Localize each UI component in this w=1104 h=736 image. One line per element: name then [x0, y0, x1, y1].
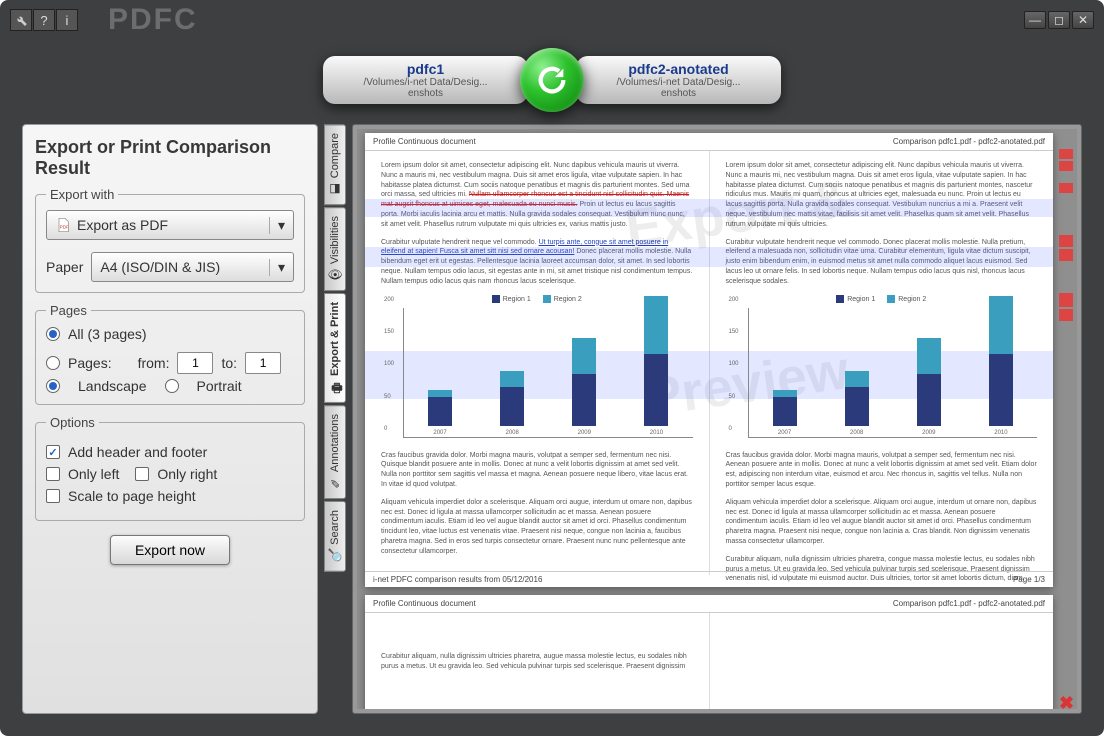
only-left-label: Only left [68, 466, 119, 482]
preview-page-2: Profile Continuous documentComparison pd… [365, 595, 1053, 709]
check-only-right[interactable] [135, 467, 149, 481]
radio-pages-range[interactable] [46, 356, 60, 370]
minimize-button[interactable]: — [1024, 11, 1046, 29]
eye-icon: 👁 [328, 268, 342, 282]
chart-left: Region 1Region 2050100150200200720082009… [381, 295, 693, 445]
diff-marker[interactable] [1059, 293, 1073, 307]
radio-all-pages[interactable] [46, 327, 60, 341]
only-right-label: Only right [157, 466, 217, 482]
from-input[interactable] [177, 352, 213, 374]
close-preview-icon[interactable]: ✖ [1059, 693, 1077, 711]
panel-title: Export or Print Comparison Result [35, 137, 305, 179]
chart-right: Region 1Region 2050100150200200720082009… [726, 295, 1038, 445]
search-icon: 🔍 [328, 549, 342, 563]
paper-value: A4 (ISO/DIN & JIS) [100, 259, 220, 275]
tab-search[interactable]: 🔍Search [324, 501, 346, 572]
diff-marker[interactable] [1059, 235, 1073, 247]
preview-page-1: Profile Continuous document Comparison pd… [365, 133, 1053, 587]
diff-marker[interactable] [1059, 183, 1073, 193]
diff-highlight [365, 247, 1053, 267]
page-footer-right: Page 1/3 [1013, 575, 1045, 584]
pdf-icon: PDF [55, 217, 71, 233]
close-button[interactable]: ✕ [1072, 11, 1094, 29]
side-tabs: ◧Compare 👁Visibilities 🖶Export & Print ✎… [324, 124, 346, 714]
diff-marker[interactable] [1059, 309, 1073, 321]
chevron-down-icon: ▾ [269, 259, 285, 276]
from-label: from: [138, 355, 170, 371]
export-format-value: Export as PDF [77, 217, 168, 233]
export-panel: Export or Print Comparison Result Export… [22, 124, 318, 714]
pages-range-label: Pages: [68, 355, 112, 371]
tab-export-print[interactable]: 🖶Export & Print [324, 293, 346, 403]
page-header-left: Profile Continuous document [373, 137, 476, 146]
compare-icon: ◧ [328, 182, 342, 196]
tab-visibilities[interactable]: 👁Visibilities [324, 207, 346, 291]
check-scale[interactable] [46, 489, 60, 503]
diff-marker[interactable] [1059, 249, 1073, 261]
diff-marker[interactable] [1059, 161, 1073, 171]
pages-legend: Pages [46, 303, 91, 318]
diff-marker[interactable] [1059, 149, 1073, 159]
paper-label: Paper [46, 259, 83, 275]
refresh-button[interactable] [520, 48, 584, 112]
to-label: to: [221, 355, 237, 371]
portrait-label: Portrait [197, 378, 242, 394]
page-footer-left: i-net PDFC comparison results from 05/12… [373, 575, 542, 584]
options-group: Options Add header and footer Only left … [35, 415, 305, 521]
radio-landscape[interactable] [46, 379, 60, 393]
pages-group: Pages All (3 pages) Pages: from: to: Lan… [35, 303, 305, 405]
print-icon: 🖶 [328, 380, 342, 394]
diff-highlight [365, 199, 1053, 217]
file-right-card[interactable]: pdfc2-anotated /Volumes/i-net Data/Desig… [576, 56, 781, 104]
file-right-path: /Volumes/i-net Data/Desig...enshots [617, 77, 741, 99]
diff-overview-strip[interactable] [1059, 137, 1073, 701]
tab-compare[interactable]: ◧Compare [324, 124, 346, 205]
paper-select[interactable]: A4 (ISO/DIN & JIS) ▾ [91, 252, 294, 282]
check-only-left[interactable] [46, 467, 60, 481]
file-left-card[interactable]: pdfc1 /Volumes/i-net Data/Desig...enshot… [323, 56, 528, 104]
to-input[interactable] [245, 352, 281, 374]
export-with-legend: Export with [46, 187, 118, 202]
all-pages-label: All (3 pages) [68, 326, 147, 342]
check-header-footer[interactable] [46, 445, 60, 459]
scale-label: Scale to page height [68, 488, 196, 504]
maximize-button[interactable]: ◻ [1048, 11, 1070, 29]
page-header-right: Comparison pdfc1.pdf - pdfc2-anotated.pd… [893, 137, 1045, 146]
radio-portrait[interactable] [165, 379, 179, 393]
annotation-icon: ✎ [328, 476, 342, 490]
help-icon[interactable]: ? [33, 9, 55, 31]
chevron-down-icon: ▾ [269, 217, 285, 234]
app-title: PDFC [108, 3, 198, 37]
export-format-select[interactable]: PDF Export as PDF ▾ [46, 210, 294, 240]
wrench-icon[interactable] [10, 9, 32, 31]
header-footer-label: Add header and footer [68, 444, 207, 460]
preview-pane: Profile Continuous document Comparison pd… [352, 124, 1082, 714]
tab-annotations[interactable]: ✎Annotations [324, 405, 346, 499]
page2-col-left: Curabitur aliquam, nulla dignissim ultri… [365, 613, 709, 709]
landscape-label: Landscape [78, 378, 147, 394]
page2-col-right [709, 613, 1054, 709]
options-legend: Options [46, 415, 99, 430]
file-left-name: pdfc1 [407, 61, 444, 77]
file-left-path: /Volumes/i-net Data/Desig...enshots [364, 77, 488, 99]
export-with-group: Export with PDF Export as PDF ▾ Paper A4… [35, 187, 305, 293]
svg-text:PDF: PDF [60, 224, 69, 229]
export-button[interactable]: Export now [110, 535, 230, 565]
file-right-name: pdfc2-anotated [628, 61, 728, 77]
info-icon[interactable]: i [56, 9, 78, 31]
